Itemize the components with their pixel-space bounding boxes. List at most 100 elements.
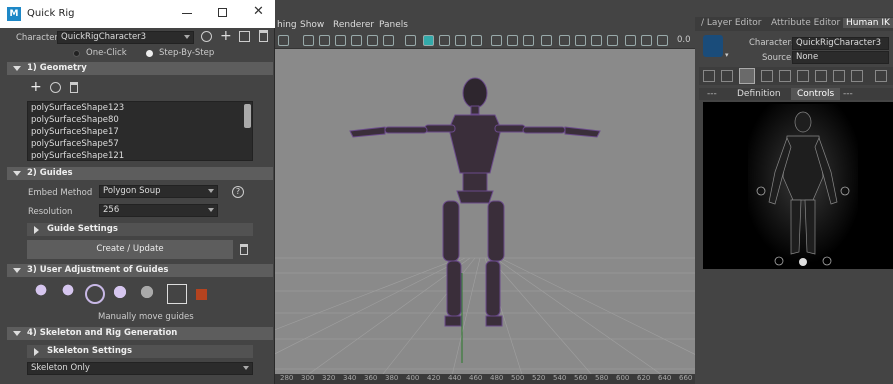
mirror-left-to-right-icon[interactable] [31,284,51,304]
embed-method-dropdown[interactable]: Polygon Soup [99,185,218,198]
hik-figure-d-icon[interactable] [815,70,827,82]
use-lights-icon[interactable] [455,35,466,46]
list-item[interactable]: polySurfaceShape80 [31,114,252,126]
xray-guides-icon[interactable] [167,284,187,304]
hik-edit-icon[interactable] [721,70,733,82]
select-guides-icon[interactable] [85,284,105,304]
maximize-icon[interactable] [218,8,227,17]
smooth-shade-icon[interactable] [423,35,434,46]
tab-human-ik[interactable]: Human IK [843,18,893,28]
3d-viewport[interactable] [275,33,695,384]
motion-blur-icon[interactable] [507,35,518,46]
mirror-right-to-left-icon[interactable] [58,284,78,304]
step-by-step-radio[interactable] [146,50,153,57]
maya-logo-icon: M [7,7,21,21]
split-icon[interactable] [239,31,250,42]
hide-guides-icon[interactable] [139,284,159,304]
resolution-gate-icon[interactable] [335,35,346,46]
image-plane-icon[interactable] [641,35,652,46]
guide-color-swatch[interactable] [196,289,207,300]
chevron-down-icon[interactable]: ▾ [725,51,729,59]
skeleton-settings-header[interactable]: Skeleton Settings [27,345,253,358]
hik-stance-icon[interactable] [703,70,715,82]
ruler-tick: 500 [511,374,525,382]
guide-settings-header[interactable]: Guide Settings [27,223,253,236]
select-geometry-icon[interactable] [50,82,61,93]
one-click-radio[interactable] [73,50,80,57]
list-scrollbar[interactable] [244,104,251,128]
camera-attributes-icon[interactable] [625,35,636,46]
embed-method-label: Embed Method [28,188,93,198]
hik-figure-a-icon[interactable] [761,70,773,82]
xray-components-icon[interactable] [607,35,618,46]
hik-figure-b-icon[interactable] [779,70,791,82]
floor-grid [275,257,695,384]
add-geometry-icon[interactable]: + [30,79,42,95]
section-guides[interactable]: 2) Guides [7,167,273,180]
menu-shading[interactable]: hing [277,20,297,30]
hik-figure-c-icon[interactable] [797,70,809,82]
delete-icon[interactable] [259,30,268,42]
list-item[interactable]: polySurfaceShape123 [31,102,252,114]
list-item[interactable]: polySurfaceShape17 [31,126,252,138]
time-ruler[interactable]: 280 300 320 340 360 380 400 420 440 460 … [275,374,695,384]
hik-figure-e-icon[interactable] [833,70,845,82]
hik-figure-g-icon[interactable] [875,70,887,82]
hik-source-dropdown[interactable]: None [792,51,889,64]
subtab-dash-right[interactable]: --- [843,89,853,99]
show-guides-icon[interactable] [112,284,132,304]
resolution-dropdown[interactable]: 256 [99,204,218,217]
minimize-icon[interactable] [182,13,192,14]
gate-mask-icon[interactable] [351,35,362,46]
antialias-icon[interactable] [523,35,534,46]
ruler-tick: 480 [490,374,504,382]
isolate-select-icon[interactable] [559,35,570,46]
add-icon[interactable]: + [220,28,232,44]
section-geometry[interactable]: 1) Geometry [7,62,273,75]
shadows-icon[interactable] [471,35,482,46]
geometry-list[interactable]: polySurfaceShape123 polySurfaceShape80 p… [27,101,253,161]
film-gate-icon[interactable] [319,35,330,46]
create-update-button[interactable]: Create / Update [27,240,233,259]
hik-figure-f-icon[interactable] [851,70,863,82]
tab-layer-editor[interactable]: / Layer Editor [701,18,761,28]
select-camera-icon[interactable] [278,35,289,46]
subtab-dash-left[interactable]: --- [707,89,717,99]
section-user-adjustment[interactable]: 3) User Adjustment of Guides [7,264,273,277]
refresh-icon[interactable] [201,31,212,42]
close-icon[interactable]: ✕ [253,4,264,19]
section-skeleton[interactable]: 4) Skeleton and Rig Generation [7,327,273,340]
section-user-adjustment-title: 3) User Adjustment of Guides [27,265,169,275]
delete-guides-icon[interactable] [240,244,248,255]
ruler-tick: 340 [343,374,357,382]
hik-character-dropdown[interactable]: QuickRigCharacter3 [792,37,889,50]
menu-panels[interactable]: Panels [379,20,408,30]
wireframe-icon[interactable] [405,35,416,46]
menu-show[interactable]: Show [300,20,324,30]
list-item[interactable]: polySurfaceShape121 [31,150,252,162]
xray-joints-icon[interactable] [591,35,602,46]
step-by-step-label: Step-By-Step [159,48,215,58]
menu-renderer[interactable]: Renderer [333,20,374,30]
hik-logo-icon[interactable] [703,35,723,57]
hik-character-view[interactable] [703,102,893,269]
xray-icon[interactable] [575,35,586,46]
bookmarks-icon[interactable] [657,35,668,46]
textured-icon[interactable] [439,35,450,46]
window-titlebar[interactable]: M Quick Rig ✕ [0,0,275,28]
field-chart-icon[interactable] [367,35,378,46]
ambient-occlusion-icon[interactable] [491,35,502,46]
hik-skeleton-icon[interactable] [739,68,755,84]
subtab-controls[interactable]: Controls [791,88,841,100]
exposure-value[interactable]: 0.0 [677,35,691,45]
list-item[interactable]: polySurfaceShape57 [31,138,252,150]
character-dropdown[interactable]: QuickRigCharacter3 [57,31,194,44]
depth-of-field-icon[interactable] [541,35,552,46]
rig-type-dropdown[interactable]: Skeleton Only [27,362,253,375]
safe-action-icon[interactable] [383,35,394,46]
subtab-definition[interactable]: Definition [737,89,781,99]
clear-geometry-icon[interactable] [70,82,78,93]
help-icon[interactable]: ? [232,186,244,198]
grid-icon[interactable] [303,35,314,46]
tab-attribute-editor[interactable]: Attribute Editor [771,18,840,28]
